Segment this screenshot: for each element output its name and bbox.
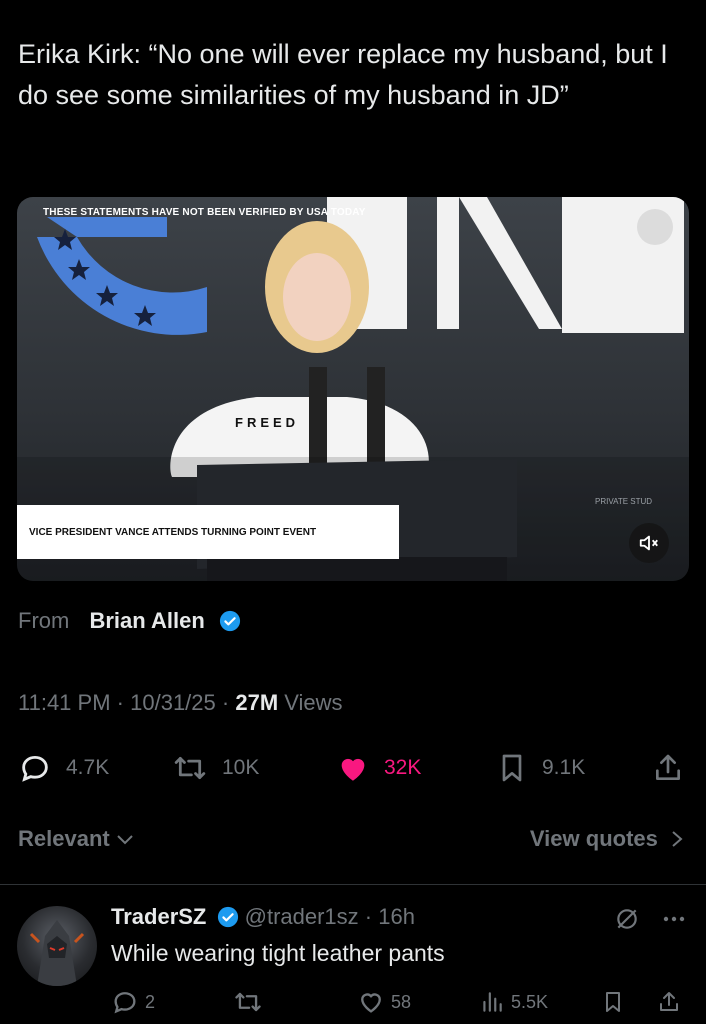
- reply-reply-count: 2: [145, 991, 156, 1012]
- bookmark-icon: [502, 754, 522, 782]
- mute-button[interactable]: [629, 523, 669, 563]
- heart-icon: [361, 993, 381, 1013]
- views-chart-icon: [483, 992, 502, 1012]
- views-label: Views: [284, 690, 343, 715]
- repost-icon: [235, 992, 261, 1012]
- share-button[interactable]: [652, 748, 684, 788]
- backdrop-text: PRIVATE STUD: [595, 497, 653, 506]
- post-time: 11:41 PM: [18, 690, 111, 715]
- source-attribution: From Brian Allen: [18, 608, 241, 638]
- chevron-down-icon: [117, 835, 133, 845]
- reply-author-name[interactable]: TraderSZ: [111, 904, 206, 929]
- verification-banner: THESE STATEMENTS HAVE NOT BEEN VERIFIED …: [43, 207, 366, 218]
- post-actions: 4.7K 10K 32K 9.1K: [18, 748, 690, 788]
- share-icon: [660, 992, 678, 1011]
- reply-icon: [22, 755, 48, 782]
- divider: [0, 884, 706, 885]
- reply-views-button[interactable]: 5.5K: [479, 986, 548, 1018]
- reply-views-count: 5.5K: [511, 991, 549, 1012]
- avatar-image: [29, 920, 85, 986]
- reply-time: 16h: [378, 904, 415, 929]
- repost-icon: [174, 756, 206, 780]
- reply-share-button[interactable]: [657, 986, 681, 1018]
- view-quotes-link[interactable]: View quotes: [530, 826, 684, 852]
- bookmark-button[interactable]: 9.1K: [496, 748, 585, 788]
- verified-badge-icon: [219, 610, 241, 638]
- relevant-sort-dropdown[interactable]: Relevant: [18, 826, 134, 852]
- bookmark-count: 9.1K: [542, 756, 586, 779]
- views-count: 27M: [235, 690, 279, 715]
- reply-reply-button[interactable]: 2: [111, 986, 155, 1018]
- speaker-muted-icon: [639, 535, 658, 551]
- reply-author-handle[interactable]: @trader1sz: [245, 904, 359, 929]
- like-count: 32K: [384, 756, 422, 779]
- reply-actions: 2 58 5.5K: [111, 986, 691, 1018]
- reply-text: While wearing tight leather pants: [111, 940, 445, 966]
- repost-count: 10K: [222, 756, 260, 779]
- bookmark-icon: [606, 992, 620, 1012]
- source-name-link[interactable]: Brian Allen: [89, 608, 204, 633]
- reply-repost-button[interactable]: [233, 986, 269, 1018]
- post-date: 10/31/25: [130, 690, 216, 715]
- relevant-label: Relevant: [18, 826, 110, 851]
- grok-icon[interactable]: [614, 906, 640, 932]
- reply-icon: [114, 992, 136, 1014]
- reply-button[interactable]: 4.7K: [18, 748, 109, 788]
- view-quotes-label: View quotes: [529, 826, 658, 851]
- from-label: From: [18, 608, 70, 633]
- reply-header: TraderSZ @trader1sz · 16h: [111, 904, 415, 929]
- avatar[interactable]: [17, 906, 97, 986]
- repost-button[interactable]: 10K: [172, 748, 259, 788]
- like-button[interactable]: 32K: [336, 748, 421, 788]
- reply-bookmark-button[interactable]: [601, 986, 625, 1018]
- heart-filled-icon: [341, 758, 365, 781]
- reply-top-icons: [614, 906, 686, 932]
- post-meta: 11:41 PM · 10/31/25 · 27M Views: [18, 690, 343, 715]
- post-text: Erika Kirk: “No one will ever replace my…: [18, 39, 676, 110]
- reply-like-button[interactable]: 58: [357, 986, 411, 1018]
- verified-badge-icon: [217, 906, 238, 928]
- reply-count: 4.7K: [66, 756, 110, 779]
- shirt-text: FREED: [235, 415, 300, 430]
- more-options-icon[interactable]: [662, 915, 686, 923]
- video-player[interactable]: THESE STATEMENTS HAVE NOT BEEN VERIFIED …: [17, 197, 689, 581]
- reply-like-count: 58: [391, 991, 412, 1012]
- video-caption: VICE PRESIDENT VANCE ATTENDS TURNING POI…: [17, 505, 399, 559]
- chevron-right-icon: [672, 831, 683, 847]
- share-icon: [656, 754, 680, 780]
